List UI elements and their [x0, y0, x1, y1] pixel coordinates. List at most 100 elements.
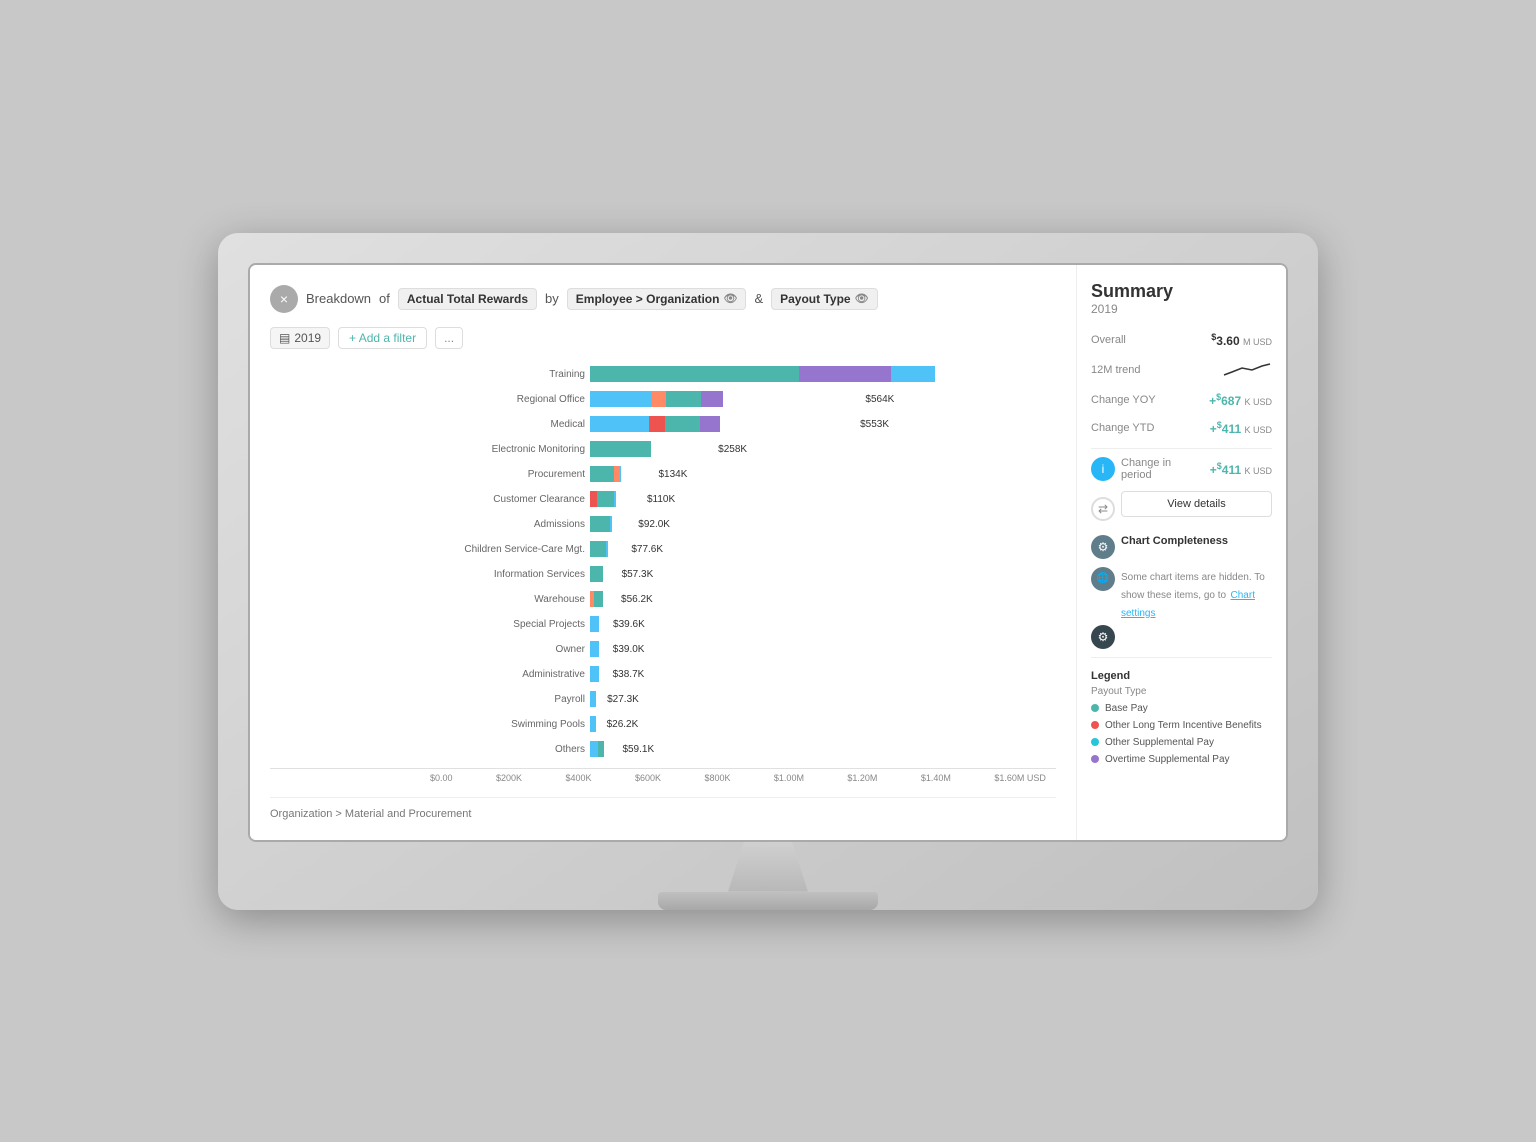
bar-segment	[620, 466, 621, 482]
bar-row[interactable]: Electronic Monitoring $258K	[430, 440, 1046, 460]
metric-ytd: Change YTD +$411 K USD	[1091, 420, 1272, 436]
sidebar: Summary 2019 Overall $3.60 M USD 12M tre…	[1076, 265, 1286, 840]
metric-label: Actual Total Rewards	[407, 292, 528, 306]
legend-title: Legend	[1091, 670, 1272, 682]
x-axis-label: $1.00M	[774, 773, 804, 783]
bar-row[interactable]: Customer Clearance$110K	[430, 490, 1046, 510]
legend-subtitle: Payout Type	[1091, 686, 1272, 697]
legend-dot	[1091, 704, 1099, 712]
gear-icon[interactable]: ⚙	[1091, 535, 1115, 559]
bar-row[interactable]: Special Projects $39.6K	[430, 615, 1046, 635]
bar-segment	[590, 641, 599, 657]
dimension2-label: Payout Type	[780, 292, 850, 306]
bar-label: Special Projects	[430, 615, 585, 635]
settings2-icon[interactable]: ⚙	[1091, 625, 1115, 649]
bar-row[interactable]: Information Services$57.3K	[430, 565, 1046, 585]
x-axis-label: $1.40M	[921, 773, 951, 783]
change-period-row: i Change in period +$411 K USD	[1091, 457, 1272, 481]
x-axis-label: $600K	[635, 773, 661, 783]
dimension1-filter[interactable]: Employee > Organization 👁	[567, 288, 747, 310]
bar-row[interactable]: Regional Office$564K	[430, 390, 1046, 410]
bar-track	[590, 466, 966, 482]
bar-value-label: $39.6K	[613, 615, 645, 635]
summary-title: Summary	[1091, 281, 1272, 302]
more-options-button[interactable]: ...	[435, 327, 463, 349]
metric-filter[interactable]: Actual Total Rewards	[398, 288, 537, 310]
bar-segment	[590, 541, 606, 557]
bar-label: Admissions	[430, 515, 585, 535]
bar-label: Others	[430, 740, 585, 760]
bar-track	[590, 391, 966, 407]
bar-value-label: $258K	[718, 440, 747, 460]
period-label: Change in period	[1121, 457, 1204, 481]
year-filter-tag[interactable]: ▤ 2019	[270, 327, 330, 349]
bar-row[interactable]: Procurement$134K	[430, 465, 1046, 485]
bar-segment	[590, 616, 599, 632]
bar-value-label: $39.0K	[613, 640, 645, 660]
bar-segment	[590, 666, 599, 682]
bar-segment	[649, 416, 665, 432]
legend-item: Base Pay	[1091, 703, 1272, 714]
bar-segment	[590, 741, 598, 757]
summary-year: 2019	[1091, 302, 1272, 316]
eye-icon-2: 👁	[855, 292, 869, 305]
bar-track	[590, 716, 966, 732]
chart-container: Training$1.47M Regional Office$564K Medica…	[270, 365, 1056, 783]
bar-value-label: $92.0K	[638, 515, 670, 535]
period-value: +$411 K USD	[1210, 461, 1272, 477]
legend-item: Other Supplemental Pay	[1091, 737, 1272, 748]
trend-chart	[1222, 360, 1272, 380]
legend-item-label: Base Pay	[1105, 703, 1148, 714]
by-label: by	[545, 291, 559, 306]
bar-label: Medical	[430, 415, 585, 435]
bar-row[interactable]: Others$59.1K	[430, 740, 1046, 760]
bar-label: Children Service-Care Mgt.	[430, 540, 585, 560]
bar-label: Payroll	[430, 690, 585, 710]
bar-label: Electronic Monitoring	[430, 440, 585, 460]
legend-item-label: Other Supplemental Pay	[1105, 737, 1214, 748]
bar-track	[590, 616, 966, 632]
bar-row[interactable]: Medical $553K	[430, 415, 1046, 435]
bar-label: Information Services	[430, 565, 585, 585]
info-icon: i	[1091, 457, 1115, 481]
exchange-icon[interactable]: ⇄	[1091, 497, 1115, 521]
bar-segment	[700, 416, 720, 432]
bar-segment	[590, 491, 597, 507]
bar-track	[590, 416, 966, 432]
close-button[interactable]: ×	[270, 285, 298, 313]
legend-dot	[1091, 738, 1099, 746]
bar-row[interactable]: Warehouse$56.2K	[430, 590, 1046, 610]
bar-row[interactable]: Payroll$27.3K	[430, 690, 1046, 710]
bar-row[interactable]: Swimming Pools$26.2K	[430, 715, 1046, 735]
bar-segment	[590, 416, 649, 432]
bar-label: Customer Clearance	[430, 490, 585, 510]
dimension2-filter[interactable]: Payout Type 👁	[771, 288, 877, 310]
of-label: of	[379, 291, 390, 306]
bar-segment	[701, 391, 722, 407]
bar-value-label: $26.2K	[607, 715, 639, 735]
bar-label: Regional Office	[430, 390, 585, 410]
bar-row[interactable]: Administrative$38.7K	[430, 665, 1046, 685]
bar-value-label: $553K	[860, 415, 889, 435]
bar-label: Owner	[430, 640, 585, 660]
bar-segment	[891, 366, 935, 382]
bar-track	[590, 691, 966, 707]
bar-row[interactable]: Training$1.47M	[430, 365, 1046, 385]
bar-row[interactable]: Owner $39.0K	[430, 640, 1046, 660]
eye-icon: 👁	[723, 292, 737, 305]
legend-item: Overtime Supplemental Pay	[1091, 754, 1272, 765]
bar-row[interactable]: Children Service-Care Mgt.$77.6K	[430, 540, 1046, 560]
legend-item-label: Overtime Supplemental Pay	[1105, 754, 1230, 765]
globe-icon[interactable]: 🌐	[1091, 567, 1115, 591]
yoy-value: +$687 K USD	[1209, 392, 1272, 408]
bar-segment	[590, 441, 651, 457]
view-details-button[interactable]: View details	[1121, 491, 1272, 517]
bar-value-label: $38.7K	[613, 665, 645, 685]
bar-segment	[590, 566, 603, 582]
bar-segment	[606, 541, 608, 557]
x-axis-label: $0.00	[430, 773, 453, 783]
bar-row[interactable]: Admissions $92.0K	[430, 515, 1046, 535]
trend-label: 12M trend	[1091, 364, 1141, 376]
add-filter-button[interactable]: + Add a filter	[338, 327, 427, 349]
dimension1-label: Employee > Organization	[576, 292, 720, 306]
